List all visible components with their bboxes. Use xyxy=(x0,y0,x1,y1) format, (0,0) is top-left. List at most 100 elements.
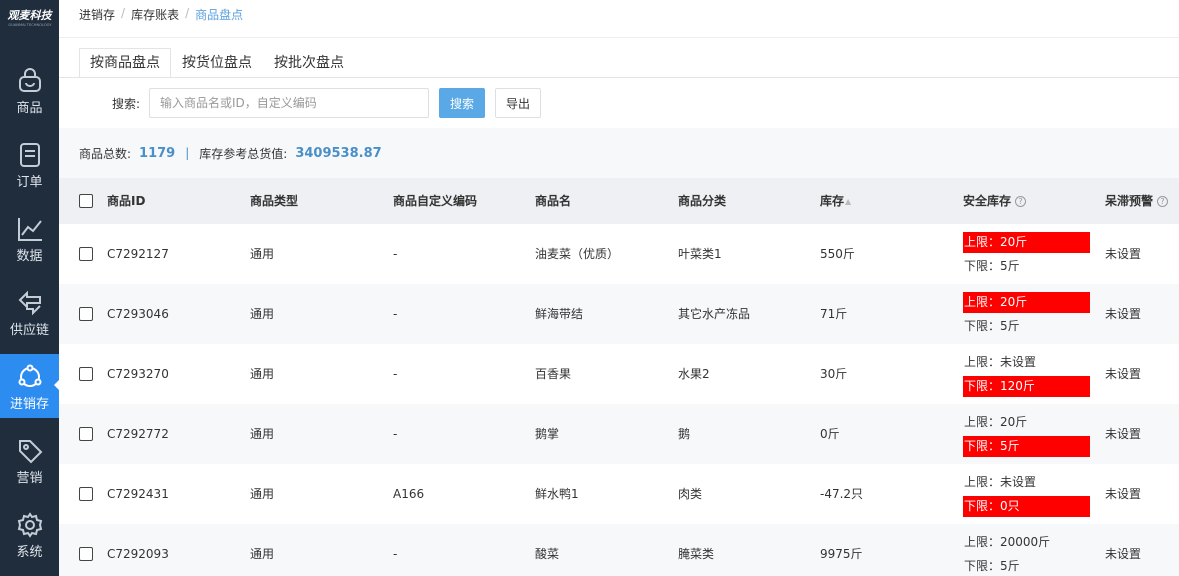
cell-safe-stock: 上限：未设置 下限：120斤 xyxy=(963,352,1090,400)
sidebar-item-label: 数据 xyxy=(16,249,43,264)
cell-name: 鹅掌 xyxy=(535,427,560,441)
chart-icon xyxy=(17,218,42,241)
select-all-checkbox[interactable] xyxy=(79,194,93,208)
row-checkbox[interactable] xyxy=(79,487,93,501)
table-row: C7293270 通用 - 百香果 水果2 30斤 上限：未设置 下限：120斤… xyxy=(59,344,1179,404)
cell-category: 肉类 xyxy=(678,487,703,501)
cell-stock: -47.2只 xyxy=(820,487,864,501)
table-row: C7293046 通用 - 鲜海带结 其它水产冻品 71斤 上限：20斤 下限：… xyxy=(59,284,1179,344)
cell-custom-code: A166 xyxy=(393,487,425,501)
cell-custom-code: - xyxy=(393,367,398,381)
cell-name: 百香果 xyxy=(535,367,572,381)
safe-stock-upper: 上限：20斤 xyxy=(964,415,1028,429)
cell-stagnant: 未设置 xyxy=(1105,547,1142,561)
safe-stock-lower: 下限：5斤 xyxy=(964,559,1020,573)
row-checkbox[interactable] xyxy=(79,367,93,381)
cell-custom-code: - xyxy=(393,427,398,441)
row-checkbox[interactable] xyxy=(79,307,93,321)
cell-category: 叶菜类1 xyxy=(678,247,722,261)
breadcrumb: 进销存 / 库存账表 / 商品盘点 xyxy=(79,6,243,23)
row-checkbox[interactable] xyxy=(79,427,93,441)
cell-type: 通用 xyxy=(250,427,275,441)
breadcrumb-item[interactable]: 库存账表 xyxy=(131,6,179,23)
safe-stock-upper: 上限：未设置 xyxy=(964,355,1037,369)
cell-name: 鲜水鸭1 xyxy=(535,487,579,501)
supply-chain-icon xyxy=(18,290,41,316)
help-icon[interactable]: ? xyxy=(1157,196,1169,207)
cell-safe-stock: 上限：20000斤 下限：5斤 xyxy=(963,532,1090,576)
export-button[interactable]: 导出 xyxy=(495,88,541,118)
column-header-category: 商品分类 xyxy=(678,194,727,208)
column-header-custom-code: 商品自定义编码 xyxy=(393,194,478,208)
column-header-stagnant-label: 呆滞预警 xyxy=(1105,194,1154,208)
sidebar-item-label: 订单 xyxy=(16,175,43,190)
sidebar-item-marketing[interactable]: 营销 xyxy=(0,428,59,492)
sidebar-item-data[interactable]: 数据 xyxy=(0,206,59,270)
search-button[interactable]: 搜索 xyxy=(439,88,485,118)
summary-bar: 商品总数: 1179 | 库存参考总货值: 3409538.87 xyxy=(59,128,1179,178)
order-icon xyxy=(19,143,40,167)
table-row: C7292431 通用 A166 鲜水鸭1 肉类 -47.2只 上限：未设置 下… xyxy=(59,464,1179,524)
cell-name: 鲜海带结 xyxy=(535,307,584,321)
cell-type: 通用 xyxy=(250,547,275,561)
tab-by-batch[interactable]: 按批次盘点 xyxy=(263,48,355,78)
cell-safe-stock: 上限：20斤 下限：5斤 xyxy=(963,412,1090,460)
safe-stock-upper: 上限：20斤 xyxy=(963,292,1090,313)
cell-custom-code: - xyxy=(393,547,398,561)
cell-id: C7293270 xyxy=(107,367,169,381)
sidebar-item-label: 营销 xyxy=(16,471,43,486)
breadcrumb-item[interactable]: 进销存 xyxy=(79,6,115,23)
basket-icon xyxy=(18,68,41,92)
cell-id: C7293046 xyxy=(107,307,169,321)
cell-type: 通用 xyxy=(250,367,275,381)
cell-stagnant: 未设置 xyxy=(1105,247,1142,261)
sidebar-item-goods[interactable]: 商品 xyxy=(0,58,59,122)
sidebar-item-supply-chain[interactable]: 供应链 xyxy=(0,280,59,344)
sidebar-item-label: 商品 xyxy=(16,101,43,116)
summary-separator: | xyxy=(185,146,190,160)
cell-stock: 550斤 xyxy=(820,247,855,261)
tag-icon xyxy=(18,440,42,464)
table-row: C7292093 通用 - 酸菜 腌菜类 9975斤 上限：20000斤 下限：… xyxy=(59,524,1179,576)
cell-stock: 30斤 xyxy=(820,367,848,381)
cell-stock: 9975斤 xyxy=(820,547,863,561)
column-header-name: 商品名 xyxy=(535,194,572,208)
help-icon[interactable]: ? xyxy=(1015,196,1027,207)
sidebar-item-orders[interactable]: 订单 xyxy=(0,132,59,196)
table-header: 商品ID 商品类型 商品自定义编码 商品名 商品分类 库存▲ 安全库存? 呆滞预… xyxy=(59,178,1179,224)
cell-safe-stock: 上限：20斤 下限：5斤 xyxy=(963,292,1090,340)
sidebar-item-system[interactable]: 系统 xyxy=(0,502,59,566)
cell-name: 油麦菜（优质） xyxy=(535,247,620,261)
safe-stock-upper: 上限：20000斤 xyxy=(964,535,1051,549)
column-header-stock[interactable]: 库存▲ xyxy=(820,178,851,224)
sidebar-item-inventory[interactable]: 进销存 xyxy=(0,354,59,418)
inventory-icon xyxy=(18,364,41,387)
column-header-stock-label: 库存 xyxy=(820,194,845,208)
cell-category: 水果2 xyxy=(678,367,710,381)
gear-icon xyxy=(17,512,42,538)
row-checkbox[interactable] xyxy=(79,547,93,561)
column-header-safe-stock: 安全库存? xyxy=(963,178,1027,224)
safe-stock-lower: 下限：0只 xyxy=(963,496,1090,517)
table-row: C7292127 通用 - 油麦菜（优质） 叶菜类1 550斤 上限：20斤 下… xyxy=(59,224,1179,284)
total-value-label: 库存参考总货值: xyxy=(199,146,288,161)
divider xyxy=(59,77,1179,78)
tab-by-location[interactable]: 按货位盘点 xyxy=(171,48,263,78)
column-header-stagnant: 呆滞预警? xyxy=(1105,178,1169,224)
cell-category: 腌菜类 xyxy=(678,547,715,561)
cell-type: 通用 xyxy=(250,307,275,321)
total-value-amount: 3409538.87 xyxy=(295,145,382,161)
tab-by-goods[interactable]: 按商品盘点 xyxy=(79,48,171,78)
cell-stagnant: 未设置 xyxy=(1105,487,1142,501)
tab-bar: 按商品盘点 按货位盘点 按批次盘点 xyxy=(79,48,355,78)
row-checkbox[interactable] xyxy=(79,247,93,261)
sidebar-item-label: 进销存 xyxy=(9,397,49,412)
cell-stock: 71斤 xyxy=(820,307,848,321)
safe-stock-upper: 上限：未设置 xyxy=(964,475,1037,489)
search-input[interactable] xyxy=(149,88,429,118)
cell-category: 鹅 xyxy=(678,427,691,441)
cell-stagnant: 未设置 xyxy=(1105,367,1142,381)
sort-icon[interactable]: ▲ xyxy=(845,179,851,225)
cell-id: C7292127 xyxy=(107,247,169,261)
cell-id: C7292772 xyxy=(107,427,169,441)
